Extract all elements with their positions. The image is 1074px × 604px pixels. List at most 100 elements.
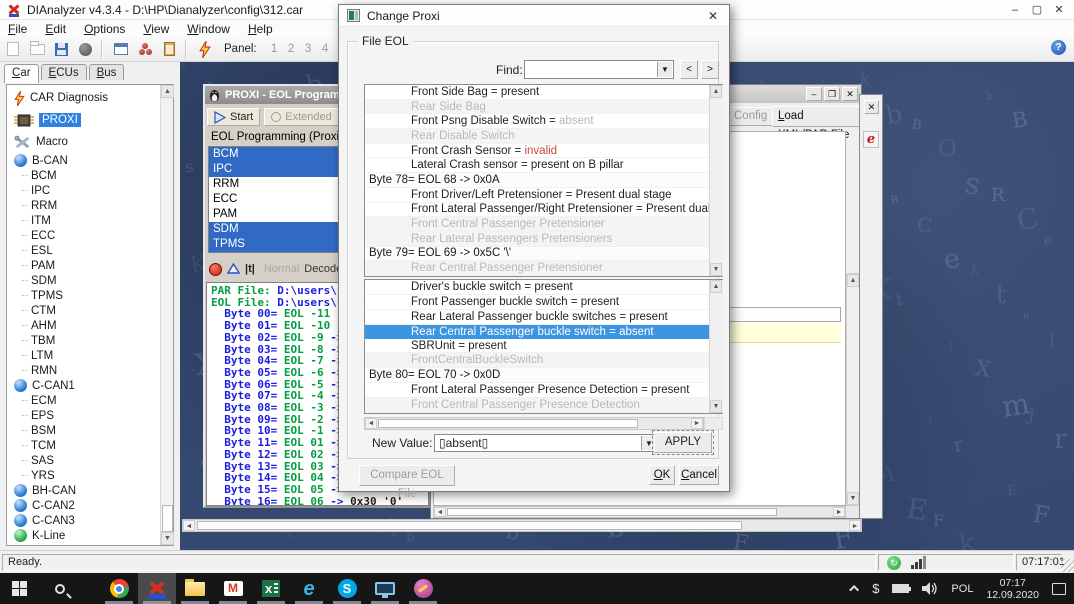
- minimize-icon[interactable]: –: [1004, 1, 1026, 18]
- tree-item-c-can1[interactable]: C-CAN1: [8, 378, 160, 393]
- apply-button[interactable]: APPLY: [654, 432, 712, 453]
- tree-item-bh-can[interactable]: BH-CAN: [8, 483, 160, 498]
- byte-header-row[interactable]: Byte 78= EOL 68 -> 0x0A: [365, 173, 722, 188]
- close-icon[interactable]: ✕: [842, 87, 858, 101]
- compare-eol-file-button[interactable]: Compare EOL File: [359, 465, 455, 486]
- list1-scrollbar[interactable]: ▲ ▼: [709, 85, 723, 276]
- clipboard-button[interactable]: [158, 39, 180, 60]
- tree-item-ltm[interactable]: LTM: [8, 348, 160, 363]
- eol-item-row[interactable]: Front Side Bag = present: [365, 85, 722, 100]
- byte-header-row[interactable]: Byte 80= EOL 70 -> 0x0D: [365, 368, 722, 383]
- tree-item-k-line[interactable]: K-Line: [8, 528, 160, 543]
- taskbar-chrome[interactable]: [100, 573, 138, 604]
- tree-item-ecm[interactable]: ECM: [8, 393, 160, 408]
- notification-center-icon[interactable]: [1052, 583, 1066, 595]
- close-icon[interactable]: ✕: [703, 8, 723, 25]
- byte-header-row[interactable]: Byte 79= EOL 69 -> 0x5C '\': [365, 247, 722, 262]
- eol-item-row[interactable]: Front Crash Sensor = invalid: [365, 144, 722, 159]
- eol-item-row[interactable]: SBRUnit = present: [365, 339, 722, 354]
- chevron-down-icon[interactable]: ▼: [657, 62, 672, 77]
- tree-item-yrs[interactable]: YRS: [8, 468, 160, 483]
- help-icon[interactable]: ?: [1051, 40, 1066, 55]
- stop-button[interactable]: [74, 39, 96, 60]
- scroll-up-icon[interactable]: ▲: [847, 274, 859, 287]
- config-button[interactable]: Config: [727, 107, 774, 126]
- find-combobox[interactable]: ▼: [524, 60, 674, 79]
- menu-options[interactable]: Options: [84, 22, 125, 36]
- eol-item-row[interactable]: Front Driver/Left Pretensioner = Present…: [365, 188, 722, 203]
- speaker-icon[interactable]: [922, 582, 938, 595]
- resize-grip[interactable]: [1061, 559, 1074, 572]
- taskbar-pc[interactable]: [366, 573, 404, 604]
- tree-item-ahm[interactable]: AHM: [8, 318, 160, 333]
- dialog-hscrollbar[interactable]: ◄ ►: [364, 417, 704, 430]
- taskbar-dianalyzer[interactable]: [138, 573, 176, 604]
- maximize-icon[interactable]: ▢: [1026, 1, 1048, 18]
- currency-tray-icon[interactable]: $: [872, 581, 879, 596]
- eol-item-row[interactable]: Front Psng Disable Switch = absent: [365, 114, 722, 129]
- taskbar-skype[interactable]: S: [328, 573, 366, 604]
- ok-button[interactable]: OK: [649, 465, 675, 485]
- tree-item-ecc[interactable]: ECC: [8, 228, 160, 243]
- taskbar-search-button[interactable]: [38, 573, 82, 604]
- scroll-thumb[interactable]: [378, 419, 638, 428]
- eol-item-row[interactable]: Front Lateral Passenger Presence Detecti…: [365, 383, 722, 398]
- tree-item-macro[interactable]: Macro: [8, 131, 160, 153]
- taskbar-ie[interactable]: e: [290, 573, 328, 604]
- extended-button[interactable]: Extended: [264, 108, 338, 126]
- tree-item-sdm[interactable]: SDM: [8, 273, 160, 288]
- eol-item-row[interactable]: Front Central Passenger Presence Detecti…: [365, 398, 722, 413]
- eol-hscrollbar[interactable]: ◄ ►: [433, 506, 846, 518]
- eol-item-row[interactable]: Rear Lateral Passenger buckle switches =…: [365, 310, 722, 325]
- open-file-button[interactable]: [26, 39, 48, 60]
- scroll-up-icon[interactable]: ▲: [710, 85, 722, 98]
- battery-icon[interactable]: [892, 584, 909, 593]
- scroll-left-icon[interactable]: ◄: [434, 507, 446, 517]
- tree-item-c-can2[interactable]: C-CAN2: [8, 498, 160, 513]
- menu-file[interactable]: File: [8, 22, 27, 36]
- language-indicator[interactable]: POL: [951, 583, 973, 595]
- new-value-combobox[interactable]: ▯absent▯ ▼: [434, 434, 658, 452]
- scroll-thumb[interactable]: [447, 508, 777, 516]
- eol-list-lower[interactable]: Driver's buckle switch = presentFront Pa…: [364, 279, 723, 414]
- tree-item-ipc[interactable]: IPC: [8, 183, 160, 198]
- tree-item-ctm[interactable]: CTM: [8, 303, 160, 318]
- tree-item-b-can[interactable]: B-CAN: [8, 153, 160, 168]
- tree-item-car-diagnosis[interactable]: CAR Diagnosis: [8, 87, 160, 109]
- eol-item-row[interactable]: Rear Central Passenger Pretensioner: [365, 261, 722, 276]
- scroll-down-icon[interactable]: ▼: [710, 400, 722, 413]
- eol-item-row[interactable]: Front Passenger buckle switch = present: [365, 295, 722, 310]
- tree-item-bsm[interactable]: BSM: [8, 423, 160, 438]
- dialog-titlebar[interactable]: Change Proxi ✕: [339, 5, 729, 27]
- tree-item-bcm[interactable]: BCM: [8, 168, 160, 183]
- eol-vscrollbar[interactable]: ▲ ▼: [846, 273, 860, 506]
- scroll-down-icon[interactable]: ▼: [847, 492, 859, 505]
- timestamp-toggle[interactable]: |t|: [245, 263, 255, 275]
- taskbar-gmail[interactable]: [214, 573, 252, 604]
- tree-item-proxi[interactable]: PROXI: [8, 109, 160, 131]
- menu-help[interactable]: Help: [248, 22, 273, 36]
- tree-item-esl[interactable]: ESL: [8, 243, 160, 258]
- tree-item-tpms[interactable]: TPMS: [8, 288, 160, 303]
- scroll-up-icon[interactable]: ▲: [710, 280, 722, 293]
- scroll-down-icon[interactable]: ▼: [710, 263, 722, 276]
- run-button[interactable]: [194, 39, 216, 60]
- tab-car[interactable]: Car: [4, 64, 39, 83]
- load-xml-par-button[interactable]: Load XML/PAR File: [772, 106, 861, 127]
- tree-scrollbar[interactable]: ▲ ▼: [160, 85, 173, 545]
- close-icon[interactable]: ✕: [1048, 1, 1070, 18]
- hidden-icons-chevron[interactable]: [849, 585, 859, 595]
- mdi-hscrollbar[interactable]: ◄ ►: [182, 519, 862, 532]
- close-icon[interactable]: ✕: [864, 100, 879, 114]
- tab-bus[interactable]: Bus: [89, 64, 125, 80]
- tree-item-sas[interactable]: SAS: [8, 453, 160, 468]
- taskbar-excel[interactable]: [252, 573, 290, 604]
- eol-item-row[interactable]: FrontCentralBuckleSwitch: [365, 353, 722, 368]
- record-icon[interactable]: [209, 263, 222, 276]
- eol-item-row[interactable]: Lateral Crash sensor = present on B pill…: [365, 158, 722, 173]
- e-icon[interactable]: e: [863, 131, 879, 148]
- taskbar-explorer[interactable]: [176, 573, 214, 604]
- eol-item-row[interactable]: Rear Central Passenger buckle switch = a…: [365, 325, 722, 339]
- tree-item-tcm[interactable]: TCM: [8, 438, 160, 453]
- start-button[interactable]: Start: [207, 108, 260, 126]
